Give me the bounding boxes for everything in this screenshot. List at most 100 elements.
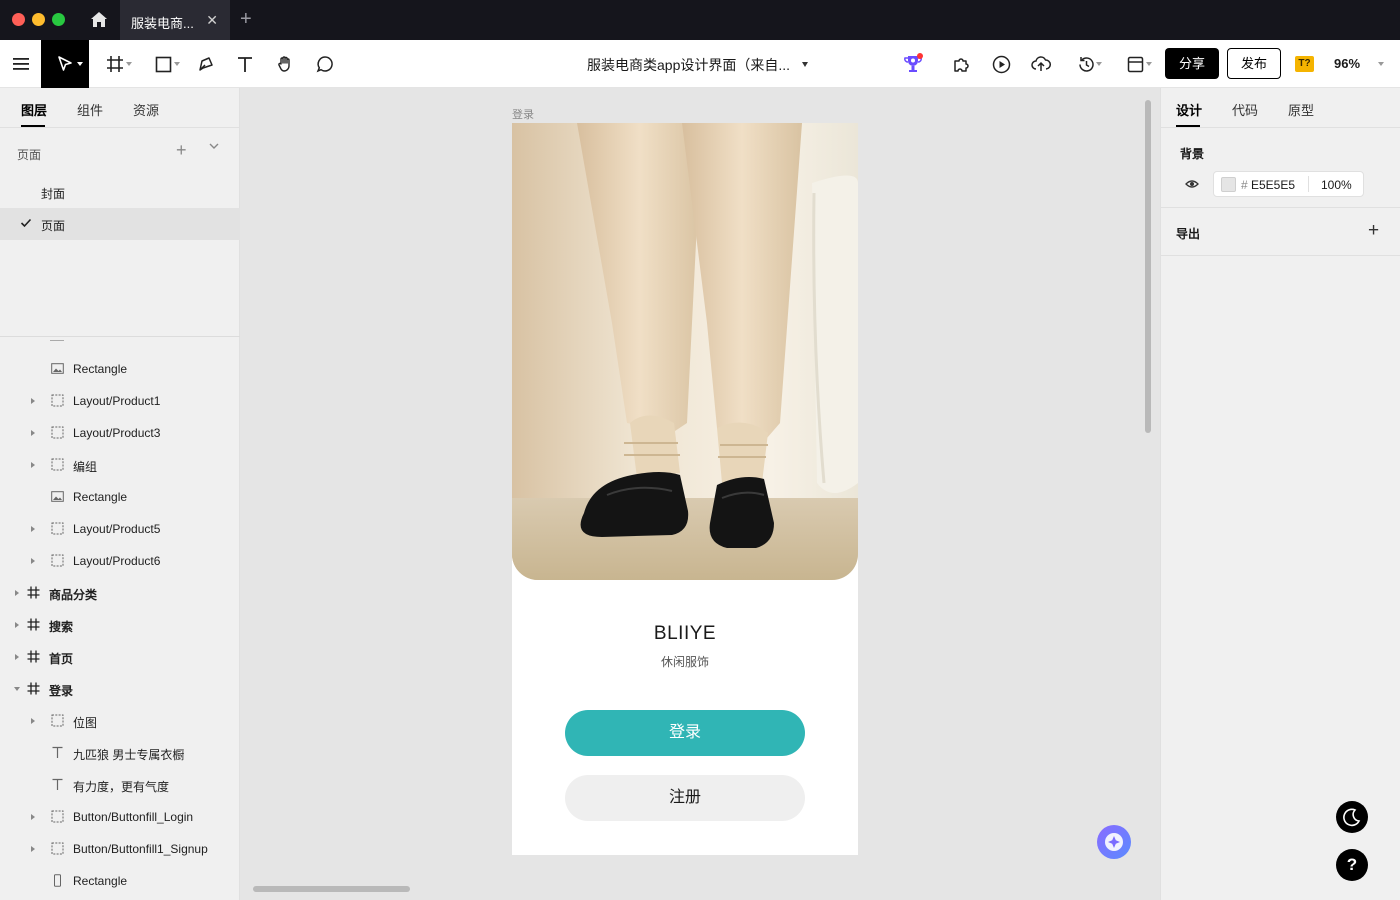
layer-row[interactable]: 有力度，更有气度 [0,769,240,801]
caret-right-icon[interactable] [31,718,35,724]
hand-tool-button[interactable] [271,40,299,88]
title-dropdown-icon[interactable] [802,62,808,67]
frame-tool-button[interactable] [96,40,134,88]
layer-row[interactable]: Button/Buttonfill1_Signup [0,833,240,865]
dark-mode-button[interactable] [1336,801,1368,833]
login-button[interactable]: 登录 [565,710,805,756]
frame-icon [107,56,123,72]
hero-photo[interactable] [512,123,858,580]
active-tab-indicator [1176,125,1200,127]
vertical-scrollbar[interactable] [1145,100,1151,433]
plugins-button[interactable] [946,40,976,88]
moon-icon [1343,808,1361,827]
tab-title: 服装电商... [131,16,194,31]
tab-components[interactable]: 组件 [77,100,103,119]
toolbar: 服装电商类app设计界面（来自... 分享 发布 T? 96% [0,40,1400,88]
layer-row[interactable]: Button/Buttonfill_Login [0,801,240,833]
layer-row[interactable]: Rectangle [0,353,240,385]
caret-right-icon[interactable] [31,526,35,532]
zoom-level[interactable]: 96% [1334,56,1360,71]
layer-row[interactable]: Layout/Product6 [0,545,240,577]
tab-layers[interactable]: 图层 [21,100,47,119]
hex-value-input[interactable]: E5E5E5 [1251,178,1295,192]
missing-font-badge[interactable]: T? [1295,56,1314,72]
layer-row[interactable]: Layout/Product1 [0,385,240,417]
publish-button[interactable]: 发布 [1227,48,1281,79]
color-swatch[interactable] [1221,177,1236,192]
text-tool-button[interactable] [231,40,259,88]
comment-tool-button[interactable] [311,40,339,88]
layer-row[interactable]: 登录 [0,673,240,705]
home-icon[interactable] [88,9,110,31]
layout-icon [1127,56,1143,72]
minimize-window-button[interactable] [32,13,45,26]
caret-down-icon[interactable] [14,687,20,691]
layer-row[interactable]: Layout/Product3 [0,417,240,449]
layer-row[interactable]: 商品分类 [0,577,240,609]
caret-right-icon[interactable] [31,814,35,820]
layer-row[interactable]: 首页 [0,641,240,673]
tab-design[interactable]: 设计 [1176,100,1202,119]
panel-divider[interactable] [0,336,240,337]
zoom-dropdown-icon[interactable] [1378,62,1384,66]
cloud-upload-icon [1031,56,1051,71]
close-window-button[interactable] [12,13,25,26]
caret-right-icon[interactable] [31,846,35,852]
eye-icon[interactable] [1185,178,1199,192]
brand-name[interactable]: BLIIYE [512,623,858,645]
tab-prototype[interactable]: 原型 [1288,100,1314,119]
background-color-field[interactable]: # E5E5E5 100% [1213,171,1364,197]
add-export-icon[interactable]: + [1368,220,1379,242]
help-button[interactable]: ? [1336,849,1368,881]
shape-tool-button[interactable] [144,40,182,88]
frame-icon [27,650,40,663]
page-item-pages[interactable]: 页面 [0,208,240,240]
pen-tool-button[interactable] [192,40,220,88]
maximize-window-button[interactable] [52,13,65,26]
opacity-input[interactable]: 100% [1321,178,1352,192]
signup-button[interactable]: 注册 [565,775,805,821]
layer-row[interactable]: 编组 [0,449,240,481]
frame-label[interactable]: 登录 [512,106,534,122]
tab-assets[interactable]: 资源 [133,100,159,119]
ai-assistant-button[interactable] [1097,825,1131,859]
layer-row[interactable]: 九匹狼 男士专属衣橱 [0,737,240,769]
main-menu-button[interactable] [0,40,41,88]
frame-icon [27,682,40,695]
caret-right-icon[interactable] [31,462,35,468]
puzzle-icon [953,57,969,72]
layout-button[interactable] [1116,40,1154,88]
preview-button[interactable] [986,40,1016,88]
new-tab-button[interactable]: + [240,8,252,31]
caret-right-icon[interactable] [31,398,35,404]
brand-tagline[interactable]: 休闲服饰 [512,653,858,670]
collapse-pages-icon[interactable] [208,140,220,155]
share-button[interactable]: 分享 [1165,48,1219,79]
login-frame[interactable]: BLIIYE 休闲服饰 登录 注册 [512,123,858,855]
caret-right-icon[interactable] [31,558,35,564]
export-section-label: 导出 [1176,227,1201,241]
history-button[interactable] [1068,40,1104,88]
layer-row[interactable]: Layout/Product5 [0,513,240,545]
upload-button[interactable] [1026,40,1056,88]
add-page-icon[interactable]: + [176,140,187,161]
caret-right-icon[interactable] [15,622,19,628]
tab-close-icon[interactable]: ✕ [206,12,218,29]
page-item-cover[interactable]: 封面 [0,176,240,208]
caret-right-icon[interactable] [31,430,35,436]
document-title[interactable]: 服装电商类app设计界面（来自... [587,55,790,75]
move-tool-button[interactable] [41,40,89,88]
layer-row[interactable]: Rectangle [0,865,240,897]
layer-name: 商品分类 [49,588,98,602]
document-tab[interactable]: 服装电商... ✕ [120,0,230,40]
layer-row[interactable]: 位图 [0,705,240,737]
trophy-button[interactable] [898,40,928,88]
caret-right-icon[interactable] [15,654,19,660]
layer-row[interactable]: 搜索 [0,609,240,641]
layer-row[interactable]: Rectangle [0,481,240,513]
tab-code[interactable]: 代码 [1232,100,1258,119]
layer-name: 九匹狼 男士专属衣橱 [73,748,185,762]
horizontal-scrollbar[interactable] [253,886,410,892]
caret-right-icon[interactable] [15,590,19,596]
design-canvas[interactable]: 登录 BLIIYE 休闲服饰 登录 注册 [240,88,1160,900]
